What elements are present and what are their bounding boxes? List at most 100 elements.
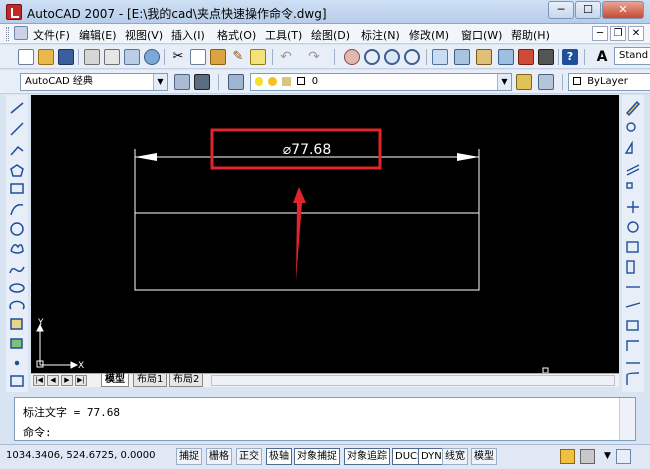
layer-color-swatch[interactable] bbox=[296, 77, 305, 85]
menu-format[interactable]: 格式(O) bbox=[217, 27, 256, 43]
menu-draw[interactable]: 绘图(D) bbox=[311, 27, 350, 43]
communication-center-icon[interactable] bbox=[560, 449, 575, 464]
tool-palettes-icon[interactable] bbox=[476, 49, 492, 65]
fillet-icon[interactable] bbox=[626, 372, 640, 385]
horizontal-scrollbar[interactable] bbox=[211, 375, 615, 386]
tab-model[interactable]: 模型 bbox=[101, 374, 129, 387]
chamfer-icon[interactable] bbox=[626, 340, 639, 351]
make-layer-current-icon[interactable] bbox=[516, 74, 532, 90]
maximize-button[interactable]: ☐ bbox=[575, 1, 601, 19]
hatch-icon[interactable] bbox=[10, 375, 24, 387]
open-icon[interactable] bbox=[38, 49, 54, 65]
dyn-toggle[interactable]: DYN bbox=[418, 448, 445, 465]
drawing-canvas[interactable]: ⌀77.68 Y X bbox=[31, 95, 619, 373]
dimension-text[interactable]: ⌀77.68 bbox=[283, 142, 332, 158]
design-center-icon[interactable] bbox=[454, 49, 470, 65]
pan-icon[interactable] bbox=[344, 49, 360, 65]
doc-minimize-button[interactable]: ─ bbox=[592, 26, 608, 41]
layer-previous-icon[interactable] bbox=[538, 74, 554, 90]
coordinates-readout[interactable]: 1034.3406, 524.6725, 0.0000 bbox=[6, 450, 156, 461]
menu-dimension[interactable]: 标注(N) bbox=[361, 27, 400, 43]
workspace-settings-icon[interactable] bbox=[174, 74, 190, 90]
array-icon[interactable] bbox=[626, 182, 633, 189]
chevron-down-icon[interactable]: ▼ bbox=[497, 74, 511, 90]
cut-icon[interactable]: ✂ bbox=[170, 49, 186, 65]
command-window[interactable]: 标注文字 = 77.68 命令: bbox=[14, 397, 636, 441]
circle-icon[interactable] bbox=[10, 222, 24, 236]
autocad-app-icon[interactable] bbox=[6, 4, 22, 20]
ortho-toggle[interactable]: 正交 bbox=[236, 448, 262, 465]
scale-icon[interactable] bbox=[626, 241, 639, 253]
offset-icon[interactable] bbox=[626, 164, 640, 176]
spline-icon[interactable] bbox=[9, 266, 25, 274]
undo-icon[interactable]: ↶ bbox=[278, 49, 294, 65]
menu-help[interactable]: 帮助(H) bbox=[511, 27, 550, 43]
osnap-toggle[interactable]: 对象捕捉 bbox=[294, 448, 340, 465]
polyline-icon[interactable] bbox=[10, 145, 24, 156]
grid-toggle[interactable]: 栅格 bbox=[206, 448, 232, 465]
text-style-combo[interactable]: Stand bbox=[614, 47, 650, 65]
chevron-down-icon[interactable]: ▼ bbox=[153, 74, 167, 90]
menu-file[interactable]: 文件(F) bbox=[33, 27, 70, 43]
publish-icon[interactable] bbox=[124, 49, 140, 65]
command-scrollbar[interactable] bbox=[619, 398, 635, 440]
save-icon[interactable] bbox=[58, 49, 74, 65]
tab-layout2[interactable]: 布局2 bbox=[169, 374, 204, 387]
zoom-realtime-icon[interactable] bbox=[364, 49, 380, 65]
my-workspace-icon[interactable] bbox=[194, 74, 210, 90]
help-icon[interactable]: ? bbox=[562, 49, 578, 65]
minimize-button[interactable]: ─ bbox=[548, 1, 574, 19]
3d-dwf-icon[interactable] bbox=[144, 49, 160, 65]
lock-icon[interactable] bbox=[282, 76, 292, 86]
stretch-icon[interactable] bbox=[626, 260, 635, 274]
ellipse-arc-icon[interactable] bbox=[9, 300, 25, 310]
doc-restore-button[interactable]: ❐ bbox=[610, 26, 626, 41]
block-editor-icon[interactable] bbox=[250, 49, 266, 65]
ellipse-icon[interactable] bbox=[9, 283, 25, 293]
rectangle-geometry[interactable] bbox=[134, 212, 480, 291]
arc-icon[interactable] bbox=[10, 203, 24, 216]
move-icon[interactable] bbox=[627, 201, 639, 213]
menu-modify[interactable]: 修改(M) bbox=[409, 27, 449, 43]
make-block-icon[interactable] bbox=[10, 338, 23, 349]
model-toggle[interactable]: 模型 bbox=[471, 448, 497, 465]
sun-icon[interactable] bbox=[268, 76, 278, 86]
close-button[interactable]: ✕ bbox=[602, 1, 644, 19]
extend-icon[interactable] bbox=[625, 302, 641, 308]
doc-close-button[interactable]: ✕ bbox=[628, 26, 644, 41]
paste-icon[interactable] bbox=[210, 49, 226, 65]
zoom-window-icon[interactable] bbox=[384, 49, 400, 65]
menu-edit[interactable]: 编辑(E) bbox=[79, 27, 117, 43]
mirror-icon[interactable] bbox=[624, 140, 633, 154]
document-icon[interactable] bbox=[14, 26, 28, 40]
redo-icon[interactable]: ↷ bbox=[306, 49, 322, 65]
menu-window[interactable]: 窗口(W) bbox=[461, 27, 502, 43]
arrowhead-right[interactable] bbox=[457, 153, 479, 161]
clean-screen-icon[interactable] bbox=[616, 449, 631, 464]
next-tab-button[interactable]: ▶ bbox=[61, 375, 73, 386]
erase-icon[interactable] bbox=[626, 100, 640, 117]
lineweight-toggle[interactable]: 线宽 bbox=[442, 448, 468, 465]
polygon-icon[interactable] bbox=[10, 164, 24, 177]
toolbar-grip[interactable] bbox=[6, 27, 9, 41]
command-prompt[interactable]: 命令: bbox=[23, 424, 52, 440]
snap-toggle[interactable]: 捕捉 bbox=[176, 448, 202, 465]
workspace-combo[interactable]: AutoCAD 经典 ▼ bbox=[20, 73, 168, 91]
color-combo[interactable]: ByLayer bbox=[568, 73, 650, 91]
match-properties-icon[interactable]: ✎ bbox=[230, 49, 246, 65]
status-menu-icon[interactable]: ▼ bbox=[600, 449, 615, 464]
point-icon[interactable] bbox=[14, 360, 20, 366]
revision-cloud-icon[interactable] bbox=[10, 244, 24, 254]
layer-combo[interactable]: 0 ▼ bbox=[250, 73, 512, 91]
construction-line-icon[interactable] bbox=[10, 122, 24, 136]
prev-tab-button[interactable]: ◀ bbox=[47, 375, 59, 386]
calculator-icon[interactable] bbox=[538, 49, 554, 65]
zoom-previous-icon[interactable] bbox=[404, 49, 420, 65]
first-tab-button[interactable]: |◀ bbox=[33, 375, 45, 386]
copy-icon[interactable] bbox=[190, 49, 206, 65]
polar-toggle[interactable]: 极轴 bbox=[266, 448, 292, 465]
otrack-toggle[interactable]: 对象追踪 bbox=[344, 448, 390, 465]
line-icon[interactable] bbox=[10, 102, 24, 114]
new-icon[interactable] bbox=[18, 49, 34, 65]
menu-insert[interactable]: 插入(I) bbox=[171, 27, 205, 43]
